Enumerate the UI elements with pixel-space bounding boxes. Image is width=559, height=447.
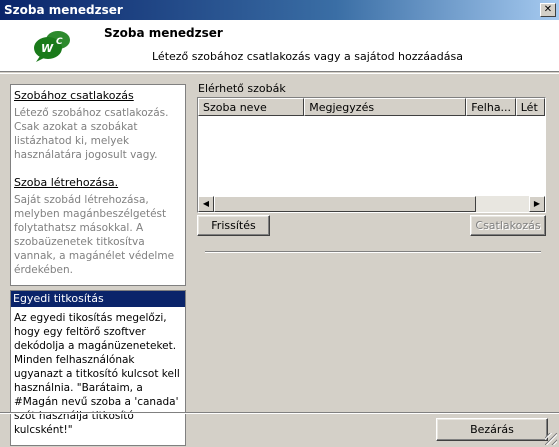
resize-grip-icon[interactable] [545,433,557,445]
close-icon[interactable]: ✕ [540,3,556,17]
content-separator [205,251,541,253]
encryption-heading: Egyedi titkosítás [11,291,185,307]
scroll-right-icon[interactable]: ▶ [529,196,545,212]
scroll-thumb[interactable] [214,196,476,212]
encryption-description: Az egyedi tikosítás megelőzi, hogy egy f… [14,312,180,436]
column-users[interactable]: Felha... [466,98,516,116]
encryption-panel: Egyedi titkosítás Az egyedi tikosítás me… [10,290,186,446]
help-panel: Szobához csatlakozás Létező szobához csa… [10,84,186,286]
column-comment[interactable]: Megjegyzés [304,98,467,116]
column-room-name[interactable]: Szoba neve [198,98,305,116]
header-subtitle: Létező szobához csatlakozás vagy a saját… [152,50,463,63]
wc-chat-logo-icon: W C [34,31,70,62]
column-created[interactable]: Lét [515,98,545,116]
scroll-left-icon[interactable]: ◀ [198,196,214,212]
window-title: Szoba menedzser [4,3,123,17]
title-bar: Szoba menedzser ✕ [0,0,559,20]
join-button[interactable]: Csatlakozás [470,215,546,236]
svg-text:C: C [56,37,63,47]
refresh-button[interactable]: Frissítés [197,215,270,236]
svg-text:W: W [41,42,54,55]
header-title: Szoba menedzser [104,26,223,40]
rooms-list-header: Szoba neve Megjegyzés Felha... Lét [198,98,545,116]
close-button[interactable]: Bezárás [436,418,548,441]
footer-separator [0,412,559,414]
header-divider [0,73,559,74]
join-room-description: Létező szobához csatlakozás. Csak azokat… [14,107,169,161]
horizontal-scrollbar[interactable]: ◀ ▶ [198,196,545,212]
header-banner: W C Szoba menedzser Létező szobához csat… [0,20,559,72]
create-room-link[interactable]: Szoba létrehozása. [14,176,182,189]
rooms-list[interactable]: Szoba neve Megjegyzés Felha... Lét ◀ ▶ [197,97,546,213]
join-room-link[interactable]: Szobához csatlakozás [14,89,182,102]
create-room-description: Saját szobád létrehozása, melyben magánb… [14,194,175,276]
available-rooms-label: Elérhető szobák [198,82,286,95]
